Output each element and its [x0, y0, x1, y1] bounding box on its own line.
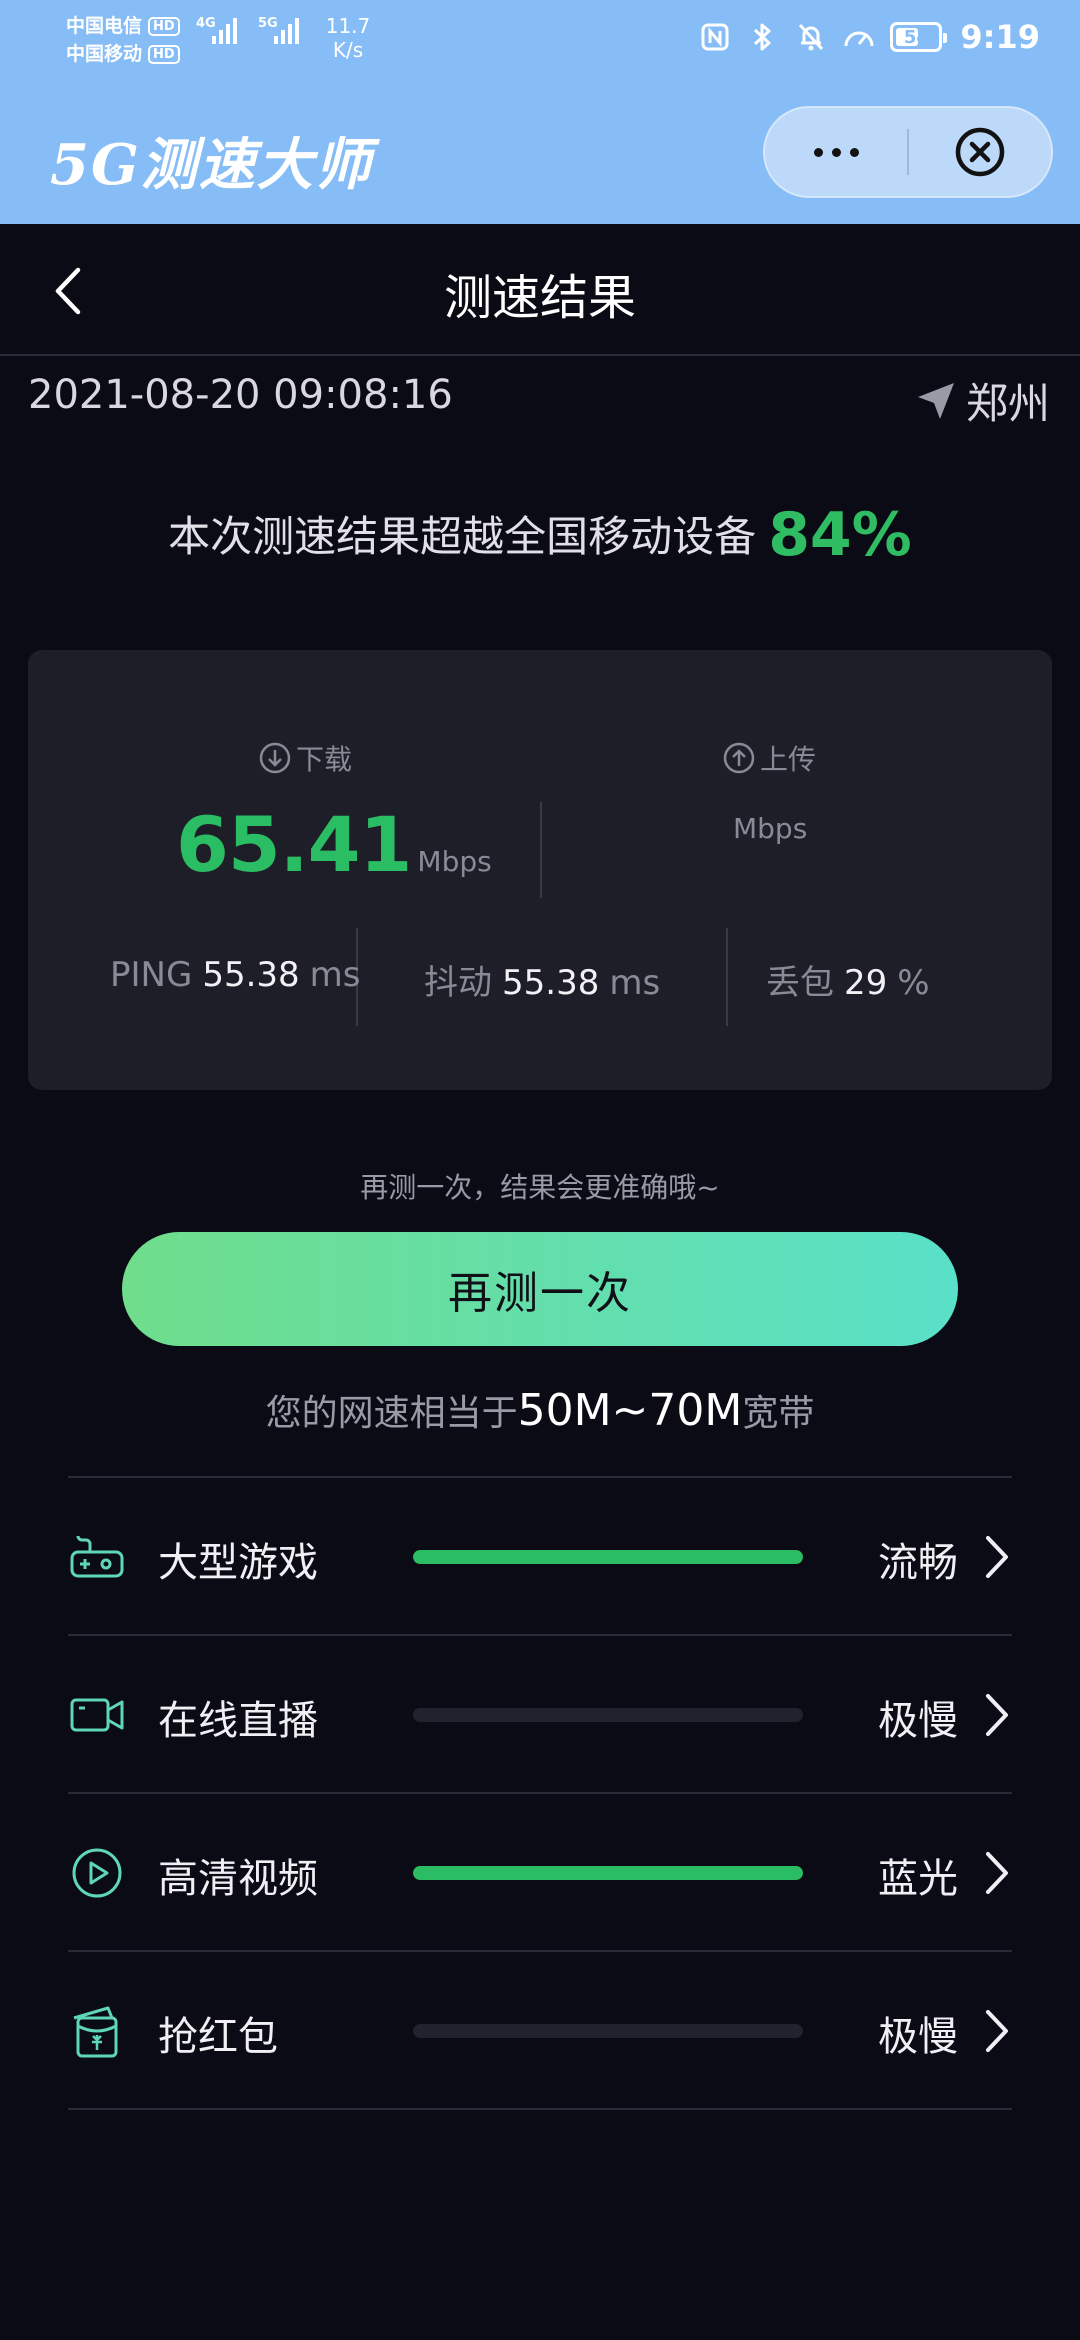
download-label-text: 下载: [296, 743, 353, 776]
status-icons: 54 9:19: [698, 18, 1040, 56]
download-label: 下载: [258, 738, 352, 778]
clock: 9:19: [960, 18, 1040, 56]
chevron-right-icon: [986, 1694, 1008, 1736]
chevron-right-icon: [986, 1536, 1008, 1578]
chevron-right-icon: [986, 2010, 1008, 2052]
mute-bell-icon: [794, 20, 828, 54]
retest-button[interactable]: 再测一次: [122, 1232, 958, 1346]
divider: [726, 928, 728, 1026]
ping-label: PING: [110, 955, 193, 995]
retest-hint: 再测一次，结果会更准确哦~: [360, 1171, 720, 1204]
scenario-name: 大型游戏: [158, 1540, 318, 1586]
equivalent-range: 50M~70M: [517, 1385, 743, 1436]
scenario-progress-fill: [413, 1550, 803, 1564]
scenario-progress-bar: [413, 1550, 803, 1564]
speed-result-card: 下载 上传 65.41 Mbps Mbps PING 55.38 ms 抖动 5…: [28, 650, 1052, 1090]
scenario-progress-bar: [413, 1708, 803, 1722]
divider: [540, 802, 542, 898]
location-name: 郑州: [965, 379, 1050, 428]
chevron-right-icon: [986, 1852, 1008, 1894]
app-name: 5G测速大师: [50, 132, 373, 198]
location-arrow-icon: [917, 382, 954, 419]
network-speed-unit: K/s: [332, 38, 364, 62]
battery-level: 54: [903, 26, 929, 48]
scenario-name: 在线直播: [158, 1698, 318, 1744]
ping-unit: ms: [309, 955, 361, 995]
scenario-level: 极慢: [878, 2014, 958, 2060]
download-speed-unit: Mbps: [417, 845, 492, 878]
carrier-info: 中国电信 HD 中国移动 HD: [66, 12, 180, 68]
upload-label: 上传: [722, 738, 816, 778]
video-camera-icon: [70, 1698, 124, 1732]
scenario-level: 蓝光: [878, 1856, 958, 1902]
scenario-item-hd-video[interactable]: 高清视频 蓝光: [68, 1794, 1012, 1952]
speedometer-icon: [842, 20, 876, 54]
scenario-level: 极慢: [878, 1698, 958, 1744]
hd-badge: HD: [148, 44, 180, 64]
upload-speed: Mbps: [733, 812, 807, 845]
signal-strength-icon: [274, 18, 299, 44]
jitter-label: 抖动: [424, 963, 492, 1003]
upload-speed-unit: Mbps: [733, 812, 808, 845]
ranking-text: 本次测速结果超越全国移动设备 84%: [0, 500, 1080, 570]
page-title: 测速结果: [443, 270, 636, 326]
equivalent-suffix: 宽带: [742, 1393, 815, 1434]
ranking-percent: 84%: [768, 500, 912, 570]
carrier-2: 中国移动: [66, 43, 143, 65]
download-icon: [259, 742, 291, 774]
close-circle-icon[interactable]: [909, 125, 1051, 179]
scenario-progress-bar: [413, 2024, 803, 2038]
nfc-icon: [698, 20, 732, 54]
gamepad-icon: [70, 1535, 124, 1578]
equivalent-prefix: 您的网速相当于: [265, 1393, 518, 1434]
play-circle-icon: [72, 1848, 122, 1898]
ranking-label: 本次测速结果超越全国移动设备: [168, 512, 757, 561]
signal-strength-icon: [212, 18, 237, 44]
bluetooth-icon: [746, 20, 780, 54]
jitter-unit: ms: [609, 963, 661, 1003]
network-speed: 11.7 K/s: [318, 14, 378, 62]
scenario-item-red-packet[interactable]: 抢红包 极慢: [68, 1952, 1012, 2110]
jitter-value: 55.38: [502, 963, 600, 1003]
download-speed: 65.41 Mbps: [176, 800, 492, 889]
scenario-list: 大型游戏 流畅 在线直播 极慢 高清视频 蓝光 抢红包 极慢: [68, 1476, 1012, 2110]
scenario-name: 抢红包: [158, 2014, 278, 2060]
upload-label-text: 上传: [760, 743, 817, 776]
packet-loss-value: 29: [844, 963, 888, 1003]
scenario-level: 流畅: [878, 1540, 958, 1586]
location[interactable]: 郑州: [914, 370, 1050, 431]
scenario-progress-bar: [413, 1866, 803, 1880]
packet-loss-unit: %: [897, 963, 930, 1003]
upload-icon: [723, 742, 755, 774]
broadband-equivalent: 您的网速相当于50M~70M宽带: [0, 1384, 1080, 1436]
red-packet-icon: [73, 2006, 118, 2058]
scenario-progress-fill: [413, 1866, 803, 1880]
jitter-stat: 抖动 55.38 ms: [424, 955, 660, 1004]
mini-program-header: 中国电信 HD 中国移动 HD 4G 5G 11.7 K/s 54 9:19 5G测…: [0, 0, 1080, 224]
scenario-item-live[interactable]: 在线直播 极慢: [68, 1636, 1012, 1794]
packet-loss-stat: 丢包 29 %: [766, 955, 930, 1004]
scenario-name: 高清视频: [158, 1856, 318, 1902]
ping-stat: PING 55.38 ms: [110, 955, 361, 995]
nav-bar: 测速结果: [0, 224, 1080, 356]
hd-badge: HD: [148, 16, 180, 36]
download-speed-value: 65.41: [176, 800, 412, 889]
network-speed-value: 11.7: [325, 14, 371, 38]
test-datetime: 2021-08-20 09:08:16: [28, 372, 453, 418]
ping-value: 55.38: [202, 955, 300, 995]
carrier-1: 中国电信: [66, 15, 143, 37]
packet-loss-label: 丢包: [766, 963, 834, 1003]
scenario-item-game[interactable]: 大型游戏 流畅: [68, 1478, 1012, 1636]
more-icon[interactable]: [765, 147, 907, 157]
mini-program-capsule: [763, 106, 1053, 198]
battery-icon: 54: [890, 22, 948, 52]
